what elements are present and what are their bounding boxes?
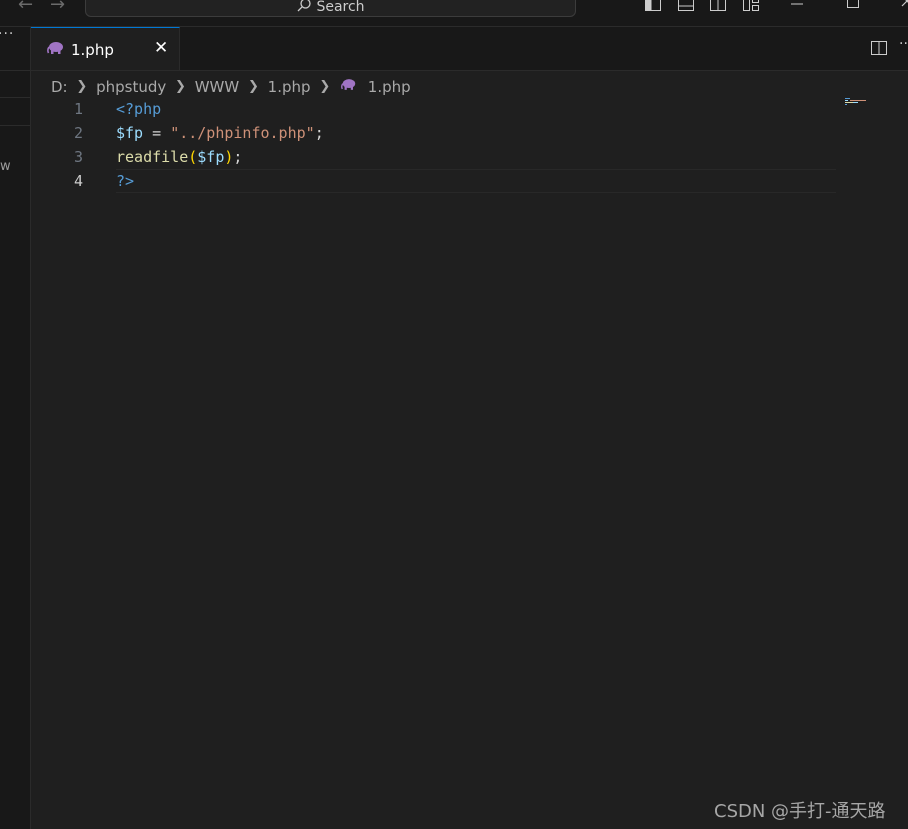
side-divider: [0, 97, 30, 98]
tab-close-icon[interactable]: ✕: [154, 38, 168, 58]
toggle-secondary-sidebar-icon[interactable]: [710, 0, 726, 11]
code-token: $fp: [197, 148, 225, 166]
php-elephant-icon: [341, 79, 356, 90]
chevron-right-icon: ❯: [76, 78, 88, 94]
split-editor-icon[interactable]: [871, 40, 887, 56]
line-text: readfile($fp);: [116, 145, 242, 169]
code-line[interactable]: 4 ?>: [31, 169, 836, 193]
chevron-right-icon: ❯: [319, 78, 331, 94]
chevron-right-icon: ❯: [247, 78, 259, 94]
side-divider: [0, 125, 30, 126]
code-token: (: [188, 148, 198, 166]
code-token: readfile: [116, 148, 189, 166]
code-token: "../phpinfo.php": [170, 124, 315, 142]
line-text: $fp = "../phpinfo.php";: [116, 121, 324, 145]
line-text: <?php: [116, 97, 161, 121]
more-actions-icon[interactable]: ···: [0, 27, 14, 42]
breadcrumb-item[interactable]: phpstudy: [96, 77, 166, 97]
tab-label: 1.php: [71, 41, 114, 59]
code-token: <?php: [116, 100, 162, 118]
maximize-icon[interactable]: [843, 0, 863, 10]
code-line[interactable]: 2 $fp = "../phpinfo.php";: [31, 121, 836, 145]
editor-tab-bar: 1.php ✕ ···: [31, 27, 908, 71]
line-number: 1: [73, 100, 83, 118]
breadcrumb-item[interactable]: 1.php: [368, 77, 411, 97]
side-bar: ··· w: [0, 27, 31, 829]
chevron-right-icon: ❯: [175, 78, 186, 94]
arrow-right-icon[interactable]: →: [50, 0, 65, 14]
code-token: ;: [314, 124, 324, 142]
command-center-search[interactable]: Search: [85, 0, 576, 17]
line-number: 3: [73, 148, 83, 166]
code-token: =: [143, 124, 171, 142]
close-icon[interactable]: [898, 0, 908, 10]
minimize-icon[interactable]: [787, 0, 807, 10]
customize-layout-icon[interactable]: [743, 0, 759, 11]
line-number: 2: [73, 124, 83, 142]
code-token: ;: [233, 148, 243, 166]
breadcrumb-item[interactable]: WWW: [195, 77, 240, 97]
minimap[interactable]: [845, 98, 869, 106]
title-bar: ← → Search: [0, 0, 908, 27]
search-label: Search: [316, 0, 365, 15]
side-divider: [0, 70, 30, 71]
breadcrumb-item[interactable]: 1.php: [268, 77, 311, 97]
toggle-panel-icon[interactable]: [678, 0, 694, 11]
tab-1-php[interactable]: 1.php ✕: [31, 27, 180, 70]
code-line[interactable]: 3 readfile($fp);: [31, 145, 836, 169]
toggle-primary-sidebar-icon[interactable]: [645, 0, 661, 11]
arrow-left-icon[interactable]: ←: [18, 0, 33, 14]
more-actions-icon[interactable]: ···: [899, 36, 908, 52]
breadcrumb-item[interactable]: D:: [51, 77, 68, 97]
line-number: 4: [73, 172, 83, 190]
code-editor[interactable]: 1 <?php 2 $fp = "../phpinfo.php"; 3 readfile(…: [31, 97, 908, 829]
code-token: $fp: [116, 124, 144, 142]
search-icon: [297, 0, 312, 12]
php-elephant-icon: [47, 42, 63, 54]
sidebar-partial-text: w: [0, 159, 11, 174]
breadcrumb: D: ❯ phpstudy ❯ WWW ❯ 1.php ❯ 1.php: [51, 76, 411, 96]
line-text: ?>: [116, 169, 134, 193]
code-token: ?>: [116, 172, 135, 190]
watermark: CSDN @手打-通天路: [714, 801, 886, 822]
code-line[interactable]: 1 <?php: [31, 97, 836, 121]
